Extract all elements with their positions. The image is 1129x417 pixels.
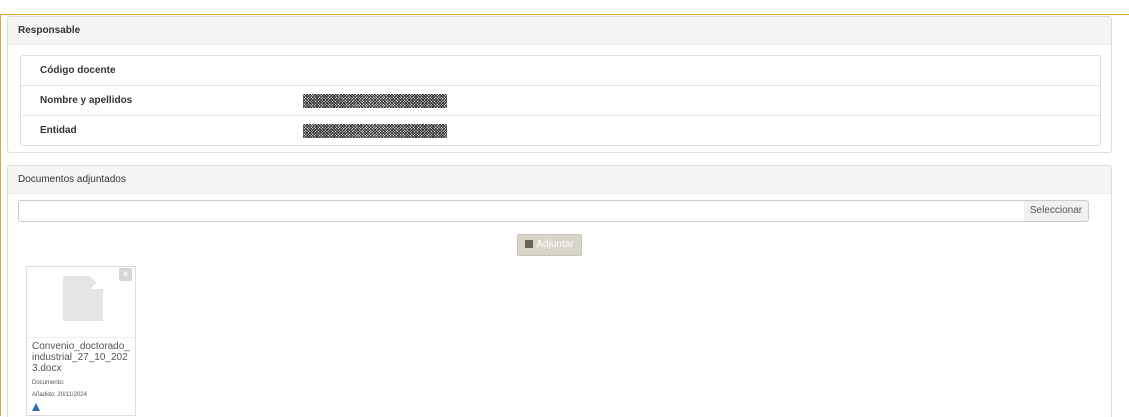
- nombre-apellidos-redacted-value: [303, 94, 447, 108]
- entidad-label: Entidad: [40, 125, 77, 136]
- row-entidad: Entidad: [21, 116, 1100, 145]
- close-icon: ✕: [121, 269, 130, 279]
- select-file-button[interactable]: Seleccionar: [1024, 200, 1089, 222]
- file-path-input[interactable]: [18, 200, 1026, 222]
- warning-icon[interactable]: [32, 403, 40, 411]
- responsable-table: Código docente Nombre y apellidos Entida…: [20, 55, 1101, 146]
- document-icon: [63, 276, 103, 321]
- attach-button-label: Adjuntar: [536, 239, 574, 250]
- entidad-redacted-value: [303, 124, 447, 138]
- file-name: Convenio_doctorado_industrial_27_10_2023…: [32, 341, 130, 374]
- top-accent-line: [0, 14, 1129, 15]
- file-card[interactable]: Convenio_doctorado_industrial_27_10_2023…: [26, 266, 136, 416]
- documentos-title: Documentos adjuntados: [8, 166, 1111, 194]
- remove-file-button[interactable]: ✕: [119, 268, 132, 281]
- row-codigo-docente: Código docente: [21, 56, 1100, 86]
- file-added-date: Añadido: 20/11/2024: [32, 392, 87, 398]
- codigo-docente-label: Código docente: [40, 65, 116, 76]
- documentos-panel: Documentos adjuntados Seleccionar Adjunt…: [7, 165, 1112, 417]
- left-accent-line: [0, 14, 1, 416]
- responsable-title: Responsable: [8, 17, 1111, 45]
- attach-button[interactable]: Adjuntar: [517, 234, 582, 256]
- floppy-disk-icon: [525, 240, 534, 248]
- nombre-apellidos-label: Nombre y apellidos: [40, 95, 133, 106]
- row-nombre-apellidos: Nombre y apellidos: [21, 86, 1100, 116]
- file-type-label: Documento:: [32, 380, 65, 386]
- responsable-panel: Responsable Código docente Nombre y apel…: [7, 16, 1112, 153]
